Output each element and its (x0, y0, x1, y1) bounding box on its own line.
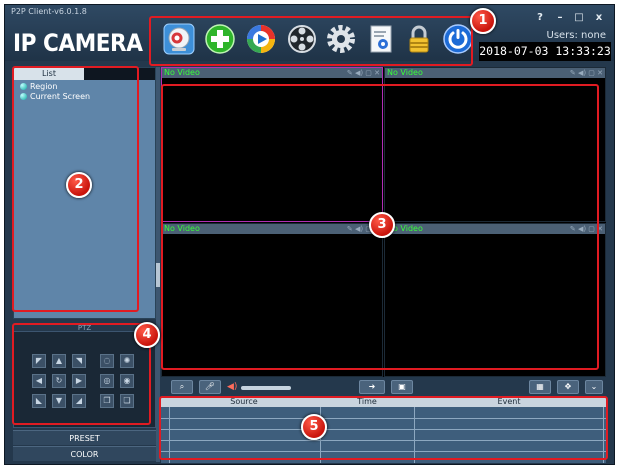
grid-layout-icon[interactable]: ▦ (529, 380, 551, 394)
annotation-badge-2: 2 (66, 172, 92, 198)
help-button[interactable]: ? (532, 11, 548, 25)
fullscreen-icon[interactable]: ✥ (557, 380, 579, 394)
color-panel-header[interactable]: COLOR (13, 446, 156, 461)
clock-display: 2018-07-03 13:33:23 (479, 42, 611, 61)
annotation-box-ptz (12, 323, 151, 425)
video-pane-label: No Video (387, 68, 423, 77)
annotation-box-events (159, 396, 608, 460)
annotation-box-toolbar (149, 16, 473, 66)
annotation-badge-5: 5 (301, 414, 327, 440)
volume-slider[interactable] (241, 386, 291, 390)
app-logo: IP CAMERA (13, 29, 143, 57)
video-pane-label: No Video (164, 68, 200, 77)
snapshot-arrow-icon[interactable]: ➜ (359, 380, 385, 394)
maximize-button[interactable]: □ (571, 11, 587, 25)
video-control-bar: ⌕ 🎤︎ ◀) ➜ ▣ ▦ ✥ ⌄ (161, 378, 606, 396)
video-pane-tools-icon[interactable]: ✎ ◀) ▢ ✕ (347, 69, 380, 77)
annotation-badge-3: 3 (369, 212, 395, 238)
preset-panel-header[interactable]: PRESET (13, 430, 156, 445)
annotation-badge-1: 1 (470, 8, 496, 34)
search-icon[interactable]: ⌕ (171, 380, 193, 394)
record-icon[interactable]: ▣ (391, 380, 413, 394)
splitter-handle[interactable] (156, 263, 160, 287)
window-title: P2P Client-v6.0.1.8 (11, 7, 87, 16)
video-pane-tools-icon[interactable]: ✎ ◀) ▢ ✕ (570, 69, 603, 77)
users-status: Users: none (546, 30, 607, 41)
annotation-badge-4: 4 (134, 322, 160, 348)
microphone-icon[interactable]: 🎤︎ (199, 380, 221, 394)
minimize-button[interactable]: – (552, 11, 568, 25)
close-button[interactable]: x (591, 11, 607, 25)
collapse-down-icon[interactable]: ⌄ (585, 380, 603, 394)
speaker-icon[interactable]: ◀) (227, 382, 237, 392)
